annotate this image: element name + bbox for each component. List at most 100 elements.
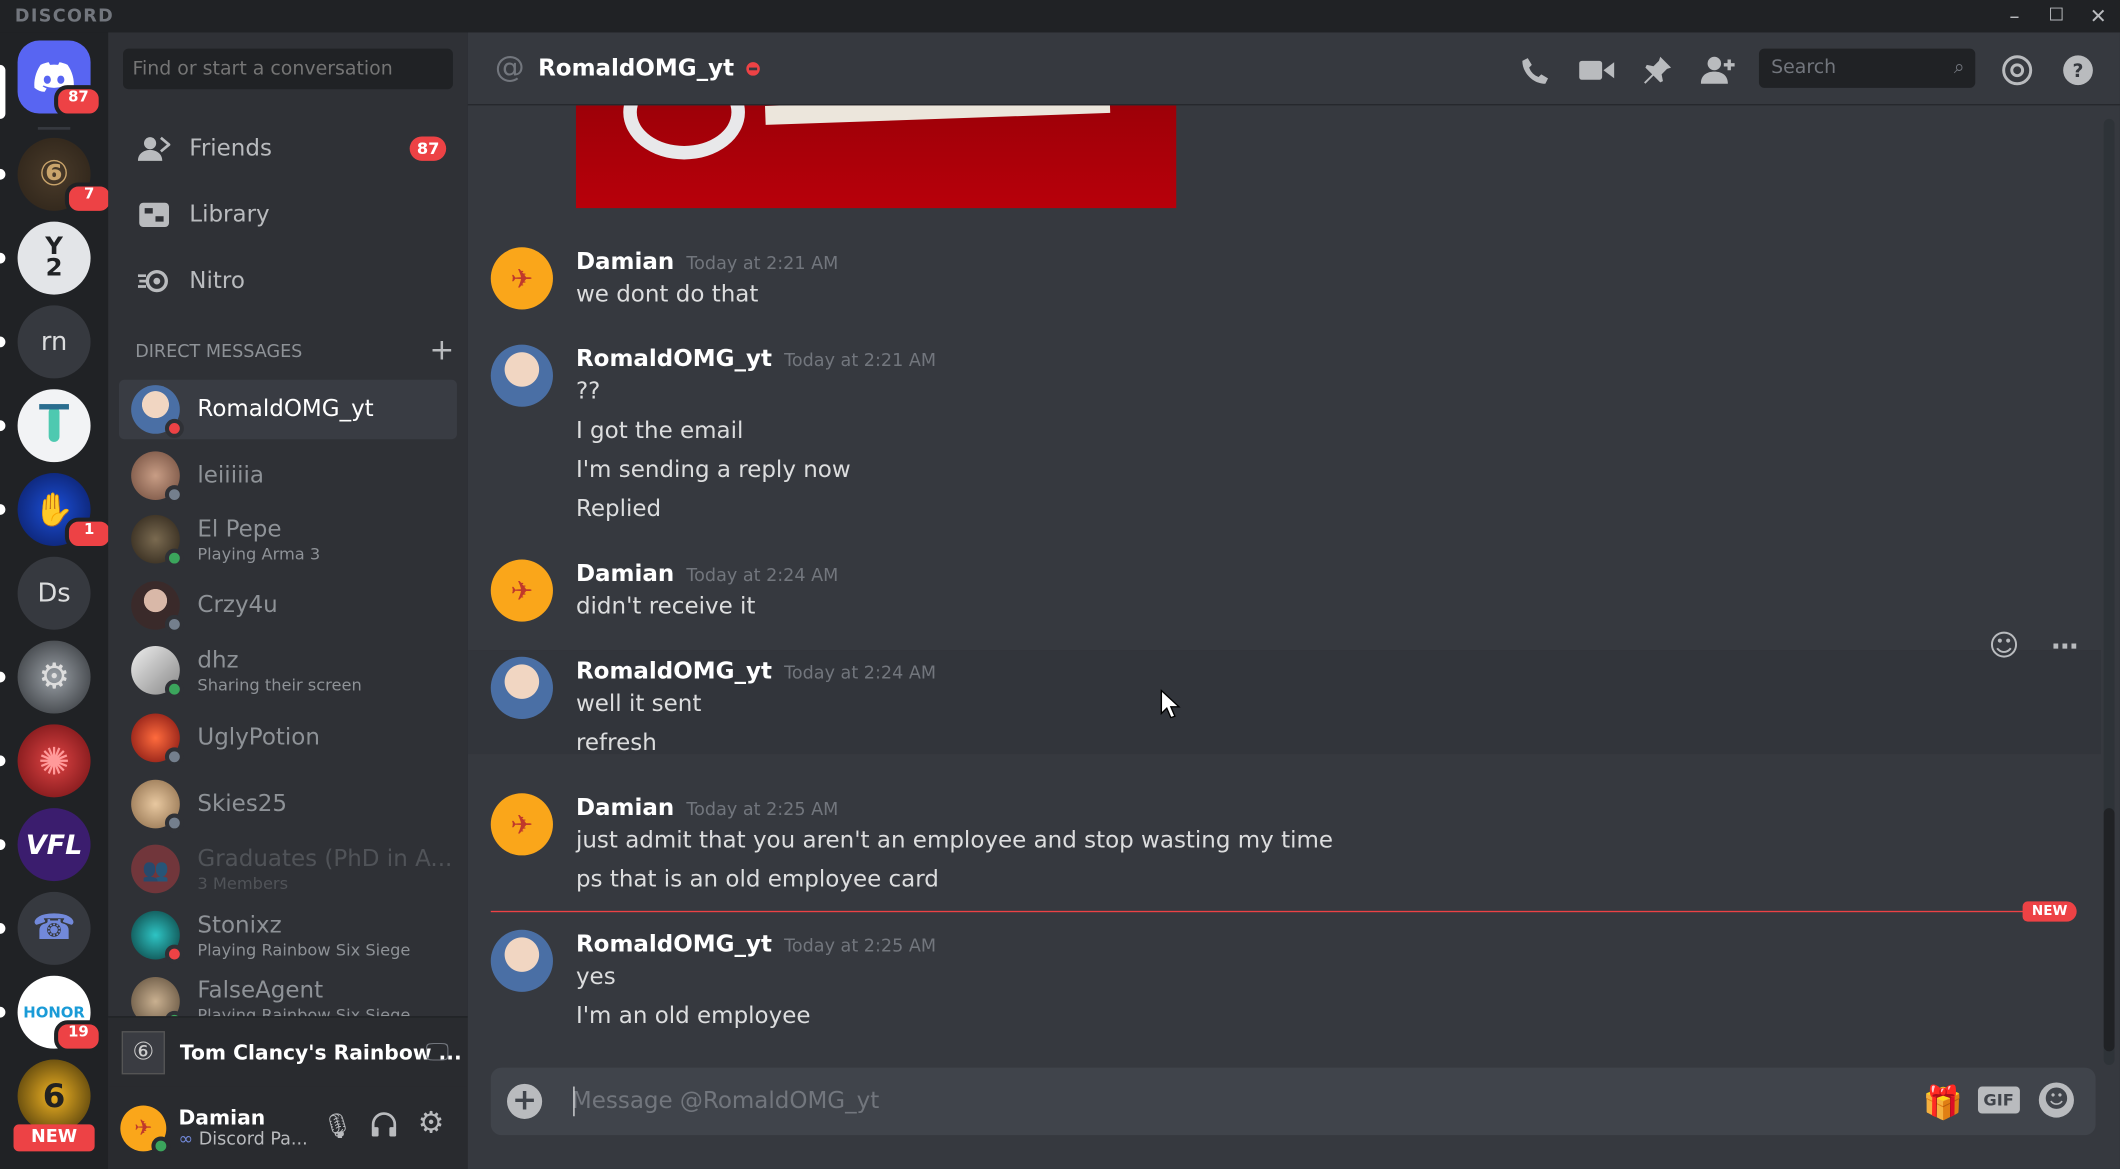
dm-item[interactable]: 👥 Graduates (PhD in A... 3 Members [119, 839, 457, 898]
message-text: well it sent [575, 690, 702, 718]
message-timestamp: Today at 2:24 AM [686, 566, 839, 587]
dm-item[interactable]: El Pepe Playing Arma 3 [119, 509, 457, 568]
gif-button[interactable]: GIF [1977, 1086, 2020, 1114]
gift-icon[interactable]: 🎁 [1923, 1084, 1963, 1122]
server-initials: HONOR [23, 1003, 85, 1021]
upload-plus-icon[interactable]: + [507, 1083, 543, 1119]
server-virus[interactable]: ✺ [17, 724, 91, 798]
message-scrollbar[interactable] [2103, 118, 2115, 1065]
mentions-icon[interactable] [1998, 51, 2036, 89]
message-author[interactable]: Damian Today at 2:24 AM [576, 561, 838, 588]
dm-name: Skies25 [197, 790, 288, 818]
dm-name: UglyPotion [197, 724, 320, 752]
dm-item[interactable]: dhz Sharing their screen [119, 641, 457, 700]
add-friend-to-dm-icon[interactable] [1699, 51, 1737, 89]
nav-nitro[interactable]: Nitro [119, 253, 457, 310]
dm-name: Graduates (PhD in A... [197, 845, 453, 873]
dm-item[interactable]: Stonixz Playing Rainbow Six Siege [119, 905, 457, 964]
dm-activity: Playing Rainbow Six Siege [197, 939, 411, 959]
server-badge: 7 [64, 182, 114, 215]
r6-emblem-icon: ⑥ [39, 154, 69, 195]
unread-pill [0, 755, 6, 767]
server-ds[interactable]: Ds [17, 556, 91, 630]
unread-pill [0, 168, 6, 180]
author-avatar[interactable]: ✈ [490, 559, 553, 622]
emoji-picker-icon[interactable]: ☻ [2038, 1082, 2074, 1118]
message-author[interactable]: Damian Today at 2:21 AM [576, 249, 838, 276]
server-rn[interactable]: rn [17, 305, 91, 379]
dm-item[interactable]: Skies25 [119, 774, 457, 833]
author-avatar[interactable]: ✈ [490, 247, 553, 310]
nitro-icon [137, 268, 189, 295]
message-author[interactable]: RomaldOMG_yt Today at 2:24 AM [576, 658, 936, 685]
server-honor[interactable]: HONOR 19 [17, 975, 103, 1053]
unread-pill [0, 1006, 6, 1018]
more-options-icon[interactable]: ⋯ [2051, 630, 2078, 662]
nav-friends-label: Friends [189, 135, 272, 163]
avatar [131, 514, 184, 568]
dm-item[interactable]: Crzy4u [119, 576, 457, 635]
server-gear[interactable]: ⚙ [17, 640, 91, 714]
message-input[interactable] [571, 1067, 1857, 1136]
dm-sidebar: Friends 87 Library Nitro DIRECT MESSAGES… [108, 32, 468, 1169]
avatar [131, 451, 184, 505]
message-author[interactable]: RomaldOMG_yt Today at 2:25 AM [576, 931, 936, 958]
home-button[interactable]: 87 [17, 40, 103, 118]
mute-mic-icon[interactable]: 🎙 [322, 1112, 353, 1140]
server-initials: 6 [42, 1077, 66, 1115]
status-offline-indicator [164, 614, 184, 634]
dm-item[interactable]: UglyPotion [119, 708, 457, 767]
author-avatar[interactable] [490, 344, 553, 407]
add-reaction-icon[interactable]: ☺ [1988, 629, 2019, 663]
user-avatar[interactable]: ✈ [120, 1104, 171, 1155]
server-2[interactable]: Y2 [17, 221, 91, 295]
headphones-icon[interactable] [370, 1111, 397, 1143]
video-call-icon[interactable] [1578, 51, 1616, 89]
search-input[interactable]: Search ⌕ [1758, 48, 1976, 88]
server-phone[interactable]: ☎ [17, 891, 91, 965]
nav-friends[interactable]: Friends 87 [119, 120, 457, 177]
user-settings-gear-icon[interactable]: ⚙ [418, 1107, 445, 1141]
dm-item[interactable]: leiiiiia [119, 446, 457, 505]
scrollbar-thumb[interactable] [2103, 808, 2115, 1052]
avatar [131, 713, 184, 767]
message-author[interactable]: RomaldOMG_yt Today at 2:21 AM [576, 346, 936, 373]
nav-library[interactable]: Library [119, 186, 457, 243]
create-dm-plus-icon[interactable]: + [429, 334, 454, 368]
image-attachment[interactable] [575, 105, 1177, 209]
wristband-shape [623, 105, 745, 160]
server-vfl[interactable]: VFL [17, 808, 91, 882]
dm-item[interactable]: RomaldOMG_yt [118, 379, 457, 440]
server-rail: 87 ⑥ 7 Y2 rn ✋ 1 Ds ⚙ ✺ VFL ☎ HONOR 19 6… [0, 32, 114, 1169]
message-text: yes [575, 963, 616, 991]
message-author[interactable]: Damian Today at 2:25 AM [576, 795, 838, 822]
author-avatar[interactable] [490, 929, 553, 992]
pinned-messages-icon[interactable] [1639, 51, 1677, 89]
close-window-button[interactable]: ✕ [2083, 3, 2113, 30]
stream-screen-icon[interactable]: 🖵 [425, 1038, 448, 1066]
message-text: ?? [575, 378, 601, 406]
minimize-button[interactable]: – [2000, 3, 2030, 30]
message-composer: + 🎁 GIF ☻ [490, 1067, 2096, 1136]
help-icon[interactable]: ? [2059, 51, 2097, 89]
server-r6[interactable]: 6 [17, 1059, 91, 1133]
find-conversation-input[interactable] [123, 48, 453, 90]
message-timestamp: Today at 2:25 AM [784, 936, 937, 957]
dm-item[interactable]: FalseAgent Playing Rainbow Six Siege [119, 972, 457, 1018]
avatar-art-icon: ✈ [134, 1114, 153, 1141]
server-lab[interactable] [17, 389, 91, 463]
server-rainbow-six[interactable]: ⑥ 7 [17, 137, 114, 215]
author-avatar[interactable]: ✈ [490, 793, 553, 856]
dm-name: Stonixz [197, 911, 282, 939]
server-hand[interactable]: ✋ 1 [17, 472, 114, 551]
chat-area: @ RomaldOMG_yt Search ⌕ ? ✈ Damian Today … [467, 32, 2120, 1169]
maximize-button[interactable]: ☐ [2042, 3, 2072, 30]
status-dnd-indicator [164, 418, 184, 438]
new-servers-tag[interactable]: NEW [13, 1124, 95, 1152]
server-initials: rn [40, 327, 68, 357]
author-avatar[interactable] [490, 656, 553, 719]
test-tube-icon [39, 404, 69, 442]
voice-call-icon[interactable] [1517, 51, 1555, 89]
text-cursor [573, 1086, 575, 1117]
now-playing-bar[interactable]: ⑥ Tom Clancy's Rainbow ... 🖵 [108, 1016, 468, 1087]
